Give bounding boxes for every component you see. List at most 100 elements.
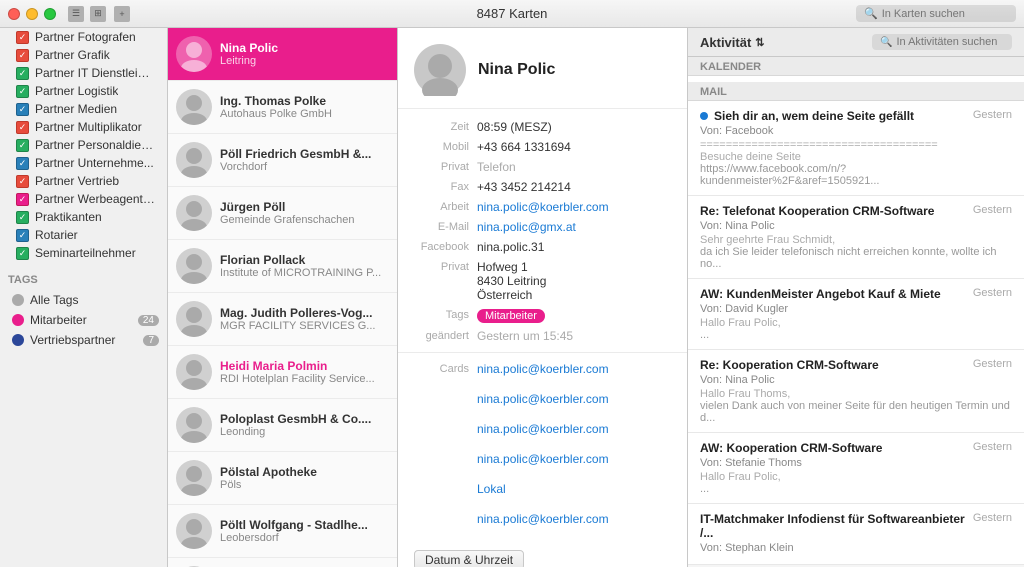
- global-search-input[interactable]: [882, 8, 1008, 20]
- add-button[interactable]: +: [114, 6, 130, 22]
- mail-section-header: Mail: [688, 82, 1024, 101]
- mitarbeiter-tag[interactable]: Mitarbeiter: [477, 309, 545, 323]
- contact-name: Poloplast GesmbH & Co....: [220, 412, 389, 426]
- mail-preview-line1: Hallo Frau Polic,: [700, 317, 1012, 329]
- contact-name: Ing. Thomas Polke: [220, 94, 389, 108]
- detail-email-row: E-Mail nina.polic@gmx.at: [398, 217, 687, 237]
- detail-card-link[interactable]: nina.polic@koerbler.com: [477, 422, 609, 436]
- email-value[interactable]: nina.polic@gmx.at: [477, 220, 671, 234]
- mail-item[interactable]: Re: Telefonat Kooperation CRM-SoftwareGe…: [688, 196, 1024, 279]
- detail-card-link[interactable]: nina.polic@koerbler.com: [477, 392, 609, 406]
- contact-list-item[interactable]: Florian PollackInstitute of MICROTRAININ…: [168, 240, 397, 293]
- sidebar-item-label: Partner IT Dienstleister: [35, 66, 155, 80]
- sort-icon[interactable]: ⇅: [755, 36, 764, 49]
- sidebar-checkbox: ✓: [16, 229, 29, 242]
- contact-text: Pöll Friedrich GesmbH &...Vorchdorf: [220, 147, 389, 173]
- cards-label: Cards: [414, 362, 469, 541]
- activity-search[interactable]: 🔍: [872, 34, 1012, 50]
- mail-preview-line2: Besuche deine Seite: [700, 151, 1012, 163]
- detail-card-link[interactable]: nina.polic@koerbler.com: [477, 512, 609, 526]
- minimize-button[interactable]: [26, 8, 38, 20]
- sidebar-checkbox: ✓: [16, 193, 29, 206]
- detail-address-row: Privat Hofweg 1 8430 Leitring Österreich: [398, 257, 687, 305]
- sidebar-item-label: Partner Logistik: [35, 84, 118, 98]
- detail-arbeit-row: Arbeit nina.polic@koerbler.com: [398, 197, 687, 217]
- contact-subtitle: Leobersdorf: [220, 532, 389, 544]
- sidebar-item-partner-medien[interactable]: ✓Partner Medien: [4, 100, 163, 118]
- sidebar-checkbox: ✓: [16, 157, 29, 170]
- activity-search-input[interactable]: [896, 36, 1004, 48]
- tag-item-alle tags[interactable]: Alle Tags: [0, 290, 167, 310]
- contact-list-item[interactable]: Nina PolicLeitring: [168, 28, 397, 81]
- detail-time-row: Zeit 08:59 (MESZ): [398, 117, 687, 137]
- contact-list-item[interactable]: Pöltl Wolfgang - Stadlhe...Leobersdorf: [168, 505, 397, 558]
- maximize-button[interactable]: [44, 8, 56, 20]
- tag-item-mitarbeiter[interactable]: Mitarbeiter24: [0, 310, 167, 330]
- contact-text: Nina PolicLeitring: [220, 41, 373, 67]
- grid-view-icon[interactable]: ⊞: [90, 6, 106, 22]
- activity-title-text: Aktivität: [700, 35, 751, 50]
- sidebar-item-partner-personaldie­n...[interactable]: ✓Partner Personaldie­n...: [4, 136, 163, 154]
- contact-subtitle: Vorchdorf: [220, 161, 389, 173]
- contact-subtitle: MGR FACILITY SERVICES G...: [220, 320, 389, 332]
- sidebar-item-partner-it-dienstleister[interactable]: ✓ Partner IT Dienstleister: [4, 64, 163, 82]
- sidebar-item-label: Seminarteilnehmer: [35, 246, 136, 260]
- sidebar-item-partner-multiplikator[interactable]: ✓Partner Multiplikator: [4, 118, 163, 136]
- contact-avatar: [176, 460, 212, 496]
- contact-avatar: [176, 89, 212, 125]
- sidebar-item-partner-vertrieb[interactable]: ✓Partner Vertrieb: [4, 172, 163, 190]
- sidebar-item-label: Partner Unternehme...: [35, 156, 154, 170]
- activity-header: Aktivität ⇅ 🔍: [688, 28, 1024, 57]
- mail-item[interactable]: Re: Kooperation CRM-SoftwareGesternVon: …: [688, 350, 1024, 433]
- mail-item[interactable]: Sieh dir an, wem deine Seite gefälltGest…: [688, 101, 1024, 196]
- mail-from: Von: Stephan Klein: [700, 542, 1012, 554]
- arbeit-value[interactable]: nina.polic@koerbler.com: [477, 200, 671, 214]
- contact-list-item[interactable]: Ing. Thomas PolkeAutohaus Polke GmbH: [168, 81, 397, 134]
- mail-subject: AW: Kooperation CRM-Software: [700, 441, 965, 455]
- tag-item-vertriebspartner[interactable]: Vertriebspartner7: [0, 330, 167, 350]
- detail-card-link[interactable]: Lokal: [477, 482, 609, 496]
- sidebar-item-rotarier[interactable]: ✓Rotarier: [4, 226, 163, 244]
- contact-list-item[interactable]: Pölstal ApothekePöls: [168, 452, 397, 505]
- tag-label: Alle Tags: [30, 293, 78, 307]
- contact-list-item[interactable]: Heidi Maria PolminRDI Hotelplan Facility…: [168, 346, 397, 399]
- sidebar-checkbox: ✓: [16, 67, 29, 80]
- sidebar-checkbox: ✓: [16, 211, 29, 224]
- stempel-button[interactable]: Datum & Uhrzeit: [414, 550, 524, 567]
- tag-color-dot: [12, 334, 24, 346]
- detail-card-link[interactable]: nina.polic@koerbler.com: [477, 452, 609, 466]
- contact-text: Mag. Judith Polleres-Vog...MGR FACILITY …: [220, 306, 389, 332]
- contact-list-item[interactable]: Pöll Friedrich GesmbH &...Vorchdorf: [168, 134, 397, 187]
- sidebar-item-partner-grafik[interactable]: ✓Partner Grafik: [4, 46, 163, 64]
- contact-list-item[interactable]: Polytec Elastoform Gmb...Marchtrenk: [168, 558, 397, 567]
- sidebar-item-seminarteilnehmer[interactable]: ✓Seminarteilnehmer: [4, 244, 163, 262]
- list-view-icon[interactable]: ☰: [68, 6, 84, 22]
- global-search[interactable]: 🔍: [856, 5, 1016, 22]
- mail-preview-line1: Hallo Frau Polic,: [700, 471, 1012, 483]
- sidebar-item-partner-werbeagentu...[interactable]: ✓Partner Werbeagentu...: [4, 190, 163, 208]
- search-icon: 🔍: [864, 7, 878, 20]
- contact-list-item[interactable]: Poloplast GesmbH & Co....Leonding: [168, 399, 397, 452]
- sidebar-item-label: Partner Fotografen: [35, 30, 136, 44]
- mail-item[interactable]: AW: Kooperation CRM-SoftwareGesternVon: …: [688, 433, 1024, 504]
- mail-date: Gestern: [973, 204, 1012, 216]
- sidebar-item-partner-logistik[interactable]: ✓Partner Logistik: [4, 82, 163, 100]
- mail-item[interactable]: IT-Matchmaker Infodienst für Softwareanb…: [688, 504, 1024, 565]
- tag-color-dot: [12, 294, 24, 306]
- contact-list-item[interactable]: Mag. Judith Polleres-Vog...MGR FACILITY …: [168, 293, 397, 346]
- sidebar-item-partner-fotografen[interactable]: ✓Partner Fotografen: [4, 28, 163, 46]
- sidebar-item-partner-unternehme...[interactable]: ✓ Partner Unternehme...: [4, 154, 163, 172]
- tags-value: Mitarbeiter: [477, 308, 671, 323]
- detail-card-link[interactable]: nina.polic@koerbler.com: [477, 362, 609, 376]
- mail-from: Von: Stefanie Thoms: [700, 457, 1012, 469]
- close-button[interactable]: [8, 8, 20, 20]
- address-line1: Hofweg 1: [477, 260, 528, 274]
- contact-text: Ing. Thomas PolkeAutohaus Polke GmbH: [220, 94, 389, 120]
- sidebar-item-praktikanten[interactable]: ✓Praktikanten: [4, 208, 163, 226]
- contact-list: Nina PolicLeitring Ing. Thomas PolkeAuto…: [168, 28, 398, 567]
- mail-item[interactable]: AW: KundenMeister Angebot Kauf & MieteGe…: [688, 279, 1024, 350]
- mail-preview-line1: Hallo Frau Thoms,: [700, 388, 1012, 400]
- contact-subtitle: Institute of MICROTRAINING P...: [220, 267, 389, 279]
- contact-list-item[interactable]: Jürgen PöllGemeinde Grafenschachen: [168, 187, 397, 240]
- detail-mobil-row: Mobil +43 664 1331694: [398, 137, 687, 157]
